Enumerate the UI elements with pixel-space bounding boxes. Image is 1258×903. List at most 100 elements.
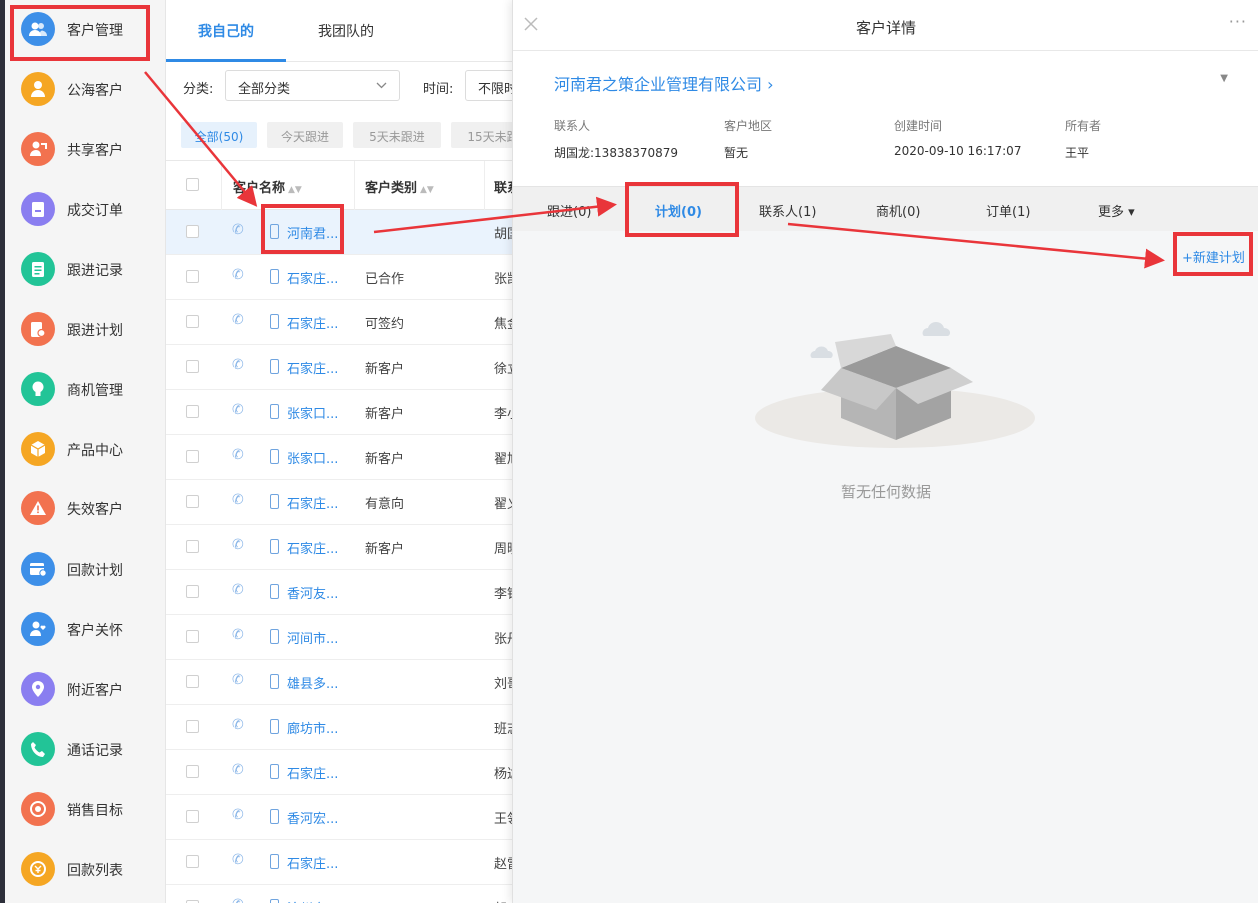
sidebar-item-deal-orders[interactable]: 成交订单 <box>5 186 166 236</box>
row-checkbox[interactable] <box>186 855 199 868</box>
table-row[interactable]: ✆ 雄县多... 刘哥 <box>166 660 516 705</box>
row-checkbox[interactable] <box>186 450 199 463</box>
customer-name-link[interactable]: 石家庄... <box>287 538 338 557</box>
mobile-icon[interactable] <box>270 719 279 734</box>
table-row[interactable]: ✆ 石家庄... 杨达 <box>166 750 516 795</box>
table-row[interactable]: ✆ 张家口... 新客户 李小 <box>166 390 516 435</box>
customer-name-link[interactable]: 雄县多... <box>287 673 338 692</box>
mobile-icon[interactable] <box>270 449 279 464</box>
mobile-icon[interactable] <box>270 224 279 239</box>
chip-5-days-no-follow[interactable]: 5天未跟进 <box>353 122 441 148</box>
sidebar-item-payment-plans[interactable]: 回款计划 <box>5 546 166 596</box>
row-checkbox[interactable] <box>186 405 199 418</box>
row-checkbox[interactable] <box>186 675 199 688</box>
sidebar-item-payment-list[interactable]: 回款列表 <box>5 846 166 896</box>
phone-icon[interactable]: ✆ <box>232 492 244 508</box>
tab-follow-ups[interactable]: 跟进(0) <box>547 201 591 220</box>
mobile-icon[interactable] <box>270 854 279 869</box>
phone-icon[interactable]: ✆ <box>232 897 244 903</box>
sidebar-item-opportunity-management[interactable]: 商机管理 <box>5 366 166 416</box>
caret-down-icon[interactable]: ▼ <box>1220 73 1228 84</box>
row-checkbox[interactable] <box>186 495 199 508</box>
customer-name-link[interactable]: 张家口... <box>287 448 338 467</box>
sidebar-item-invalid-customers[interactable]: 失效客户 <box>5 485 166 535</box>
chip-all[interactable]: 全部(50) <box>181 122 257 148</box>
phone-icon[interactable]: ✆ <box>232 537 244 553</box>
table-row[interactable]: ✆ 河南君... 胡国 <box>166 210 516 255</box>
row-checkbox[interactable] <box>186 270 199 283</box>
row-checkbox[interactable] <box>186 720 199 733</box>
select-all-checkbox[interactable] <box>186 178 199 191</box>
table-row[interactable]: ✆ 石家庄... 可签约 焦金 <box>166 300 516 345</box>
company-name-link[interactable]: 河南君之策企业管理有限公司 › <box>554 71 774 95</box>
phone-icon[interactable]: ✆ <box>232 807 244 823</box>
tab-more[interactable]: 更多 ▾ <box>1098 201 1135 220</box>
chip-today-follow[interactable]: 今天跟进 <box>267 122 343 148</box>
table-row[interactable]: ✆ 香河友... 李钰 <box>166 570 516 615</box>
customer-name-link[interactable]: 石家庄... <box>287 313 338 332</box>
phone-icon[interactable]: ✆ <box>232 582 244 598</box>
phone-icon[interactable]: ✆ <box>232 627 244 643</box>
mobile-icon[interactable] <box>270 404 279 419</box>
phone-icon[interactable]: ✆ <box>232 222 244 238</box>
tab-plans[interactable]: 计划(0) <box>655 201 702 220</box>
customer-name-link[interactable]: 河间市... <box>287 628 338 647</box>
sidebar-item-shared-customers[interactable]: 共享客户 <box>5 126 166 176</box>
sidebar-item-customer-management[interactable]: 客户管理 <box>5 6 166 56</box>
table-row[interactable]: ✆ 香河宏... 王领 <box>166 795 516 840</box>
customer-name-link[interactable]: 河南君... <box>287 223 338 242</box>
column-header-name[interactable]: 客户名称 ▲▼ <box>233 177 302 196</box>
sort-icon[interactable]: ▲▼ <box>288 185 302 195</box>
row-checkbox[interactable] <box>186 630 199 643</box>
phone-icon[interactable]: ✆ <box>232 267 244 283</box>
mobile-icon[interactable] <box>270 584 279 599</box>
customer-name-link[interactable]: 张家口... <box>287 403 338 422</box>
mobile-icon[interactable] <box>270 314 279 329</box>
mobile-icon[interactable] <box>270 494 279 509</box>
sidebar-item-follow-records[interactable]: 跟进记录 <box>5 246 166 296</box>
row-checkbox[interactable] <box>186 585 199 598</box>
customer-name-link[interactable]: 石家庄... <box>287 493 338 512</box>
customer-name-link[interactable]: 沧州市... <box>287 898 338 903</box>
mobile-icon[interactable] <box>270 269 279 284</box>
row-checkbox[interactable] <box>186 765 199 778</box>
row-checkbox[interactable] <box>186 225 199 238</box>
row-checkbox[interactable] <box>186 810 199 823</box>
customer-name-link[interactable]: 香河宏... <box>287 808 338 827</box>
phone-icon[interactable]: ✆ <box>232 357 244 373</box>
table-row[interactable]: ✆ 石家庄... 新客户 徐立 <box>166 345 516 390</box>
tab-opportunities[interactable]: 商机(0) <box>876 201 920 220</box>
column-header-type[interactable]: 客户类别 ▲▼ <box>365 177 434 196</box>
customer-name-link[interactable]: 廊坊市... <box>287 718 338 737</box>
customer-name-link[interactable]: 香河友... <box>287 583 338 602</box>
sidebar-item-nearby-customers[interactable]: 附近客户 <box>5 666 166 716</box>
sidebar-item-public-customers[interactable]: 公海客户 <box>5 66 166 116</box>
sidebar-item-sales-targets[interactable]: 销售目标 <box>5 786 166 836</box>
table-row[interactable]: ✆ 张家口... 新客户 翟旭 <box>166 435 516 480</box>
new-plan-button[interactable]: +新建计划 <box>1182 247 1245 266</box>
mobile-icon[interactable] <box>270 539 279 554</box>
phone-icon[interactable]: ✆ <box>232 312 244 328</box>
sidebar-item-follow-plans[interactable]: 跟进计划 <box>5 306 166 356</box>
customer-name-link[interactable]: 石家庄... <box>287 358 338 377</box>
phone-icon[interactable]: ✆ <box>232 447 244 463</box>
table-row[interactable]: ✆ 廊坊市... 班志 <box>166 705 516 750</box>
mobile-icon[interactable] <box>270 359 279 374</box>
category-select[interactable]: 全部分类 <box>225 70 400 101</box>
mobile-icon[interactable] <box>270 764 279 779</box>
row-checkbox[interactable] <box>186 540 199 553</box>
tab-orders[interactable]: 订单(1) <box>986 201 1030 220</box>
row-checkbox[interactable] <box>186 360 199 373</box>
tab-contacts[interactable]: 联系人(1) <box>759 201 816 220</box>
table-row[interactable]: ✆ 河间市... 张丹 <box>166 615 516 660</box>
phone-icon[interactable]: ✆ <box>232 672 244 688</box>
mobile-icon[interactable] <box>270 629 279 644</box>
table-row[interactable]: ✆ 石家庄... 有意向 翟义 <box>166 480 516 525</box>
row-checkbox[interactable] <box>186 315 199 328</box>
sidebar-item-call-records[interactable]: 通话记录 <box>5 726 166 776</box>
customer-name-link[interactable]: 石家庄... <box>287 853 338 872</box>
mobile-icon[interactable] <box>270 809 279 824</box>
phone-icon[interactable]: ✆ <box>232 852 244 868</box>
customer-name-link[interactable]: 石家庄... <box>287 268 338 287</box>
phone-icon[interactable]: ✆ <box>232 717 244 733</box>
